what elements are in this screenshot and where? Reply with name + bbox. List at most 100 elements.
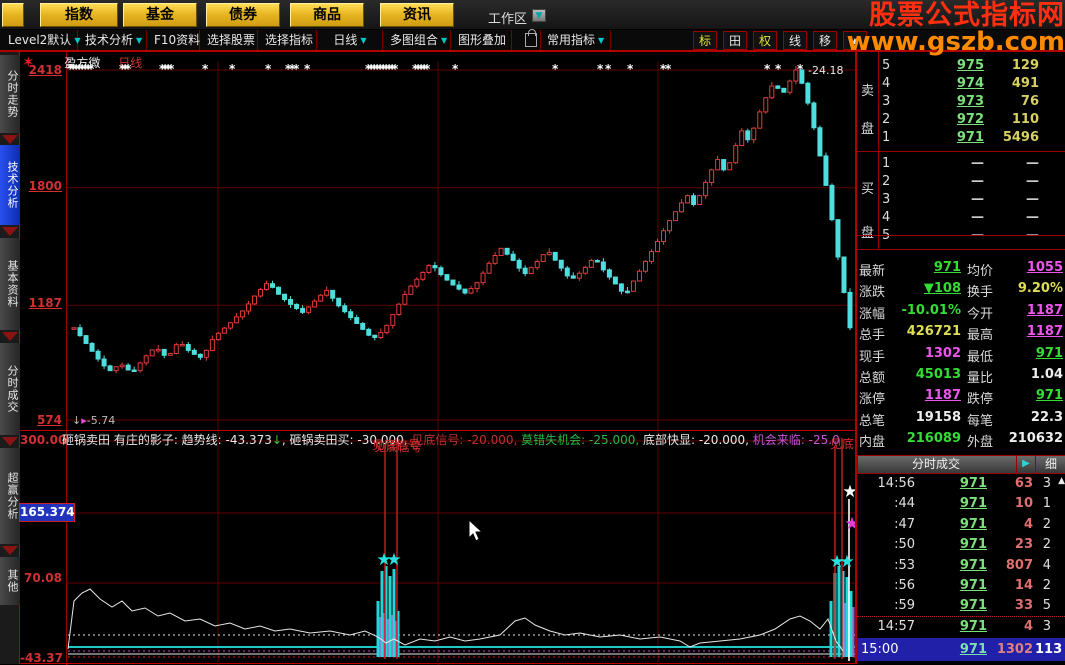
toolbar-item-7[interactable]: 多图组合 ▼ xyxy=(384,30,451,50)
sell-row-3[interactable]: 3 973 76 xyxy=(879,94,1065,112)
book-level: 2 xyxy=(882,112,891,127)
menu-button-4[interactable]: 商品 xyxy=(290,3,364,27)
signal-marker-icon: * xyxy=(265,62,272,76)
book-divider xyxy=(857,151,1065,152)
toolbar-icon-2[interactable]: 田 xyxy=(723,31,747,50)
workspace-dropdown-icon[interactable]: ▼ xyxy=(532,9,546,22)
toolbar-item-5[interactable]: 选择指标 xyxy=(259,30,317,50)
toolbar-item-1[interactable]: Level2默认 ▼ xyxy=(2,30,80,50)
sidebar-item-6[interactable]: 其他 xyxy=(0,557,20,605)
indicator-panel[interactable]: 300.00 70.08 -43.37 165.374 ★ ★ ★ ★ ★ ★ 砸锅卖田 … xyxy=(19,430,855,665)
tick-row-5: :53 971 807 4 xyxy=(857,558,1065,578)
toolbar-icon-4[interactable]: 线 xyxy=(783,31,807,50)
sidebar-item-5[interactable]: 超赢分析 xyxy=(0,448,20,544)
sidebar-divider xyxy=(2,135,18,144)
stat-label: 均价 xyxy=(967,264,994,279)
book-level: 4 xyxy=(882,210,891,225)
toolbar-item-common-indicators[interactable]: 常用指标 ▼ xyxy=(540,30,612,50)
book-level: 3 xyxy=(882,192,891,207)
book-price: — xyxy=(971,210,984,225)
stat-label: 涨幅 xyxy=(859,306,886,322)
sidebar-divider xyxy=(2,332,18,341)
toolbar-item-4[interactable]: 选择股票 xyxy=(201,30,258,50)
tick-price: 971 xyxy=(959,557,987,573)
lock-icon[interactable] xyxy=(525,29,537,47)
toolbar-icon-3[interactable]: 权 xyxy=(753,31,777,50)
menu-button-2[interactable]: 基金 xyxy=(123,3,197,27)
stat-value: 1187 xyxy=(924,388,961,404)
signal-marker-icon: * xyxy=(775,62,782,76)
book-volume: — xyxy=(1026,156,1039,171)
stat-label: 总额 xyxy=(859,371,886,386)
menu-button-1[interactable]: 指数 xyxy=(40,3,118,27)
buy-row-1[interactable]: 1 — — xyxy=(879,156,1065,174)
play-icon[interactable]: ▶ xyxy=(1016,456,1036,473)
detail-button[interactable]: 细 xyxy=(1038,456,1064,473)
current-price: 971 xyxy=(959,642,987,657)
tick-time: :53 xyxy=(894,557,915,573)
signal-marker-icon: * xyxy=(797,62,804,76)
toolbar-icon-1[interactable]: 标 xyxy=(693,31,717,50)
main-chart-panel[interactable]: 2418 1800 1187 574 ✶ 盈方微 日线 * * * * * * * * * * * * * * *… xyxy=(20,52,855,430)
stat-label: 总笔 xyxy=(859,413,886,429)
stat-value: 1187 xyxy=(1026,302,1063,318)
book-price: — xyxy=(971,192,984,207)
partial-menu-button[interactable] xyxy=(2,3,24,27)
sell-row-4[interactable]: 4 974 491 xyxy=(879,76,1065,94)
book-level: 1 xyxy=(882,130,891,145)
menu-button-5[interactable]: 资讯 xyxy=(380,3,454,27)
signal-text-overlay: 见底 xyxy=(830,437,855,451)
buy-row-3[interactable]: 3 — — xyxy=(879,192,1065,210)
signal-marker-icon: * xyxy=(88,62,95,76)
toolbar-icon-5[interactable]: 移 xyxy=(813,31,837,50)
stat-label: 最低 xyxy=(967,349,994,365)
buy-row-2[interactable]: 2 — — xyxy=(879,174,1065,192)
book-level: 1 xyxy=(882,156,891,171)
indicator-header-segment: 底部快显: -20.000, xyxy=(642,433,753,447)
book-volume: 129 xyxy=(1011,58,1039,73)
stat-label: 外盘 xyxy=(967,435,994,451)
tick-volume: 63 xyxy=(1014,476,1033,491)
toolbar-item-label: 图形叠加 xyxy=(458,33,507,47)
menu-button-3[interactable]: 债券 xyxy=(206,3,280,27)
app-window: 指数 基金 债券 商品 资讯 工作区 ▼ Level2默认 ▼ 技术分析 ▼ F10资料 选择股票… xyxy=(0,0,1065,665)
current-time: 15:00 xyxy=(861,642,899,657)
sell-row-5[interactable]: 5 975 129 xyxy=(879,58,1065,76)
left-sidebar: 分时走势技术分析基本资料分时成交超赢分析其他 xyxy=(0,52,20,664)
stat-label: 最新 xyxy=(859,264,886,279)
pin-icon[interactable]: ✶ xyxy=(22,53,35,71)
sidebar-item-3[interactable]: 基本资料 xyxy=(0,238,20,330)
buy-row-5[interactable]: 5—— xyxy=(879,228,1065,246)
toolbar-item-2[interactable]: 技术分析 ▼ xyxy=(79,30,147,50)
buy-row-4[interactable]: 4 — — xyxy=(879,210,1065,228)
tick-price: 971 xyxy=(959,496,987,512)
stat-value: 216089 xyxy=(906,431,961,447)
top-menu-bar: 指数 基金 债券 商品 资讯 工作区 ▼ xyxy=(0,0,1065,30)
indicator-header: 砸锅卖田 有庄的影子: 趋势线: -43.373↓, 砸锅卖田买: -30.00… xyxy=(62,431,855,448)
tick-row-4: :50 971 23 2 xyxy=(857,537,1065,557)
svg-text:★: ★ xyxy=(839,552,854,572)
toolbar-icon-6[interactable]: ▲ xyxy=(843,31,867,50)
book-price: — xyxy=(971,174,984,189)
svg-text:★: ★ xyxy=(386,550,401,570)
sidebar-item-2[interactable]: 技术分析 xyxy=(0,145,20,225)
stat-row-1: 最新 971 均价 1055 xyxy=(857,260,1065,280)
toolbar-item-3[interactable]: F10资料 xyxy=(148,30,200,50)
tick-row-2: :44 971 10 1 xyxy=(857,496,1065,516)
sidebar-item-1[interactable]: 分时走势 xyxy=(0,55,20,133)
book-price: 975 xyxy=(956,58,984,73)
indicator-header-segment: 砸锅卖田 有庄的影子: 趋势线: -43.373 xyxy=(62,433,272,447)
signal-marker-icon: * xyxy=(293,62,300,76)
toolbar-item-8[interactable]: 图形叠加 xyxy=(452,30,512,50)
stat-value: 9.20% xyxy=(1017,281,1063,297)
tick-list[interactable]: ▲ 14:56 971 63 3:44 971 10 1:47 971 4 2:50 971 23 2:… xyxy=(857,474,1065,638)
toolbar-item-6[interactable]: 日线 ▼ xyxy=(318,30,383,50)
sidebar-item-4[interactable]: 分时成交 xyxy=(0,343,20,435)
sell-row-2[interactable]: 2 972 110 xyxy=(879,112,1065,130)
stat-label: 今开 xyxy=(967,306,994,322)
stat-value: 22.3 xyxy=(1030,409,1063,425)
sell-row-1[interactable]: 1 971 5496 xyxy=(879,130,1065,148)
tick-time: :44 xyxy=(894,496,915,512)
chevron-down-icon: ▼ xyxy=(136,36,143,45)
signal-marker-icon: * xyxy=(168,62,175,76)
